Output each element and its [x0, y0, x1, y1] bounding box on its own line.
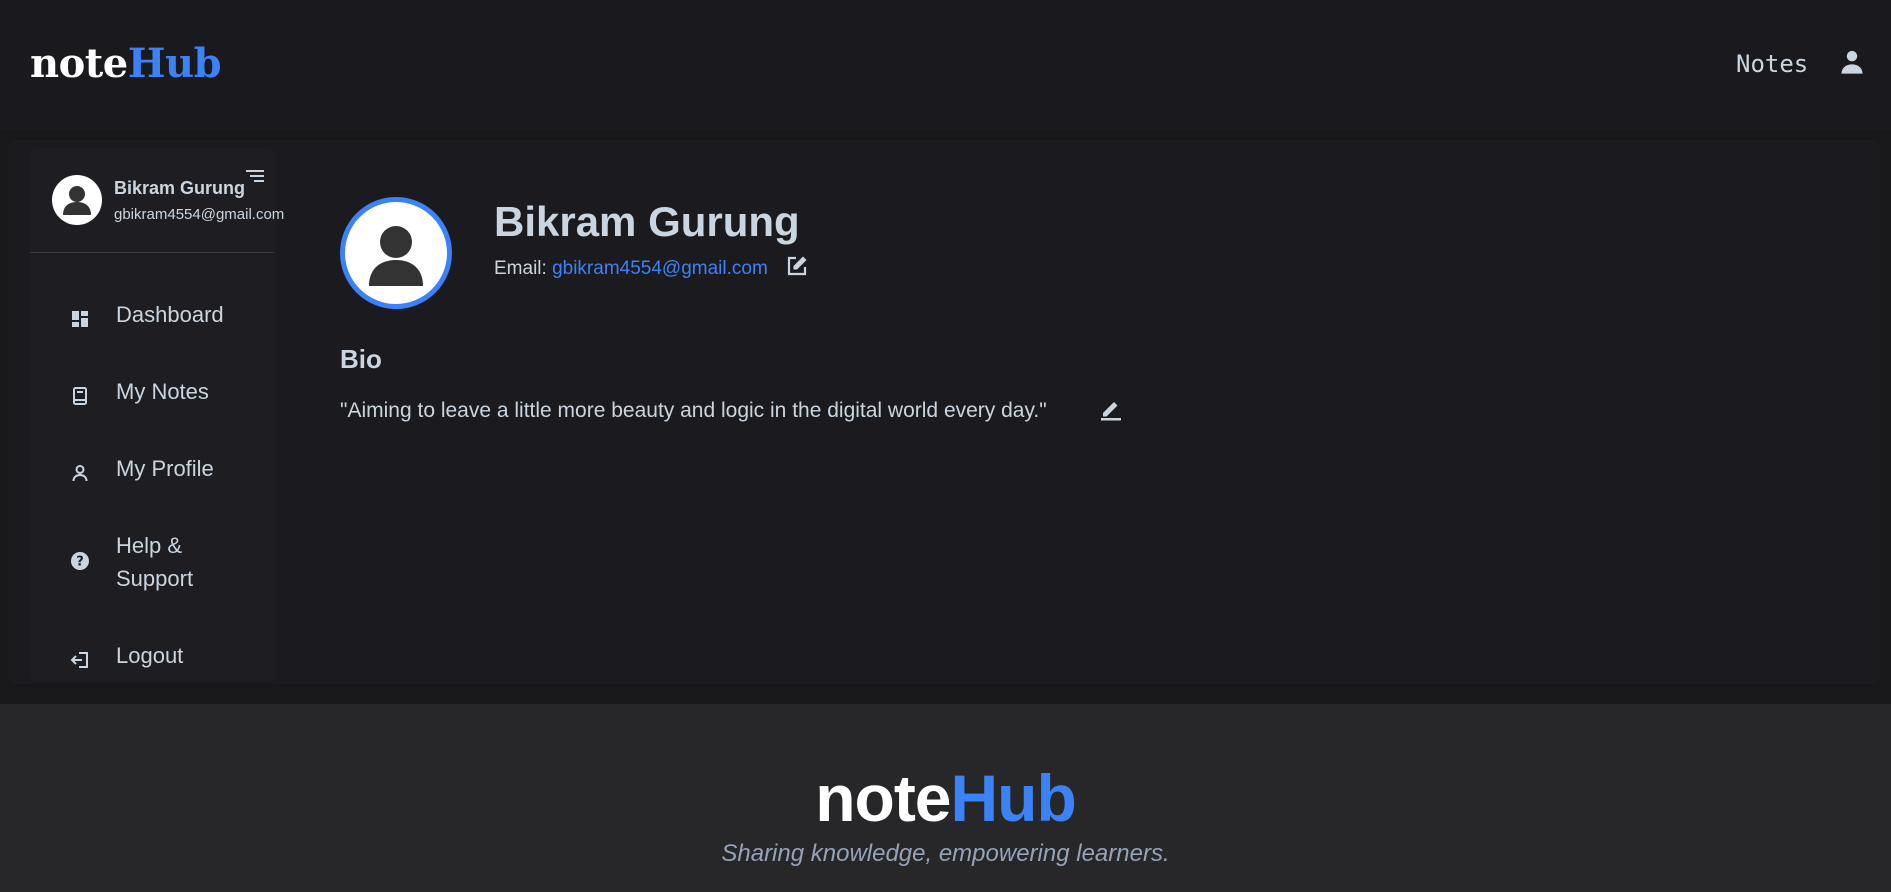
sidebar-item-label: Logout	[116, 643, 184, 668]
profile-email-link[interactable]: gbikram4554@gmail.com	[552, 258, 768, 279]
nav-notes-link[interactable]: Notes	[1736, 50, 1808, 78]
sidebar-avatar	[52, 175, 102, 225]
sidebar-user-email: gbikram4554@gmail.com	[114, 206, 285, 223]
top-header: noteHub Notes	[0, 0, 1891, 130]
sidebar-divider	[30, 252, 274, 253]
profile-name: Bikram Gurung	[494, 198, 800, 245]
user-icon	[70, 459, 90, 482]
footer-tagline: Sharing knowledge, empowering learners.	[721, 840, 1170, 867]
brand-logo-hub: Hub	[127, 40, 222, 87]
sidebar-item-label: Help & Support	[116, 533, 194, 591]
brand-logo-note: note	[30, 40, 128, 87]
sidebar-item-label: Dashboard	[116, 302, 224, 327]
bio-text: "Aiming to leave a little more beauty an…	[340, 399, 1047, 422]
sidebar-item-dashboard[interactable]: Dashboard	[70, 298, 260, 331]
footer-logo-hub: Hub	[950, 761, 1077, 835]
edit-icon[interactable]	[785, 254, 809, 278]
profile-avatar	[340, 197, 452, 309]
svg-text:?: ?	[76, 555, 84, 570]
sidebar-item-my-profile[interactable]: My Profile	[70, 452, 260, 485]
footer-logo-note: note	[815, 761, 951, 835]
sidebar-item-logout[interactable]: Logout	[70, 639, 260, 672]
sidebar-item-help-support[interactable]: ? Help & Support	[70, 529, 260, 595]
help-icon: ?	[70, 547, 90, 570]
menu-toggle-icon[interactable]	[246, 168, 264, 184]
profile-email-label: Email:	[494, 258, 547, 279]
notebook-icon	[70, 382, 90, 405]
bio-heading: Bio	[340, 344, 382, 374]
sidebar-item-my-notes[interactable]: My Notes	[70, 375, 260, 408]
footer: noteHub Sharing knowledge, empowering le…	[0, 704, 1891, 892]
footer-logo: noteHub	[0, 760, 1891, 836]
sidebar-user-name: Bikram Gurung	[114, 178, 246, 198]
sidebar-item-label: My Profile	[116, 456, 214, 481]
sidebar: Bikram Gurung gbikram4554@gmail.com Dash…	[30, 148, 284, 682]
user-icon[interactable]	[1838, 48, 1866, 76]
pencil-icon[interactable]	[1100, 397, 1122, 421]
brand-logo[interactable]: noteHub	[30, 40, 222, 87]
logout-icon	[70, 646, 90, 668]
dashboard-icon	[70, 305, 90, 327]
profile-email-row: Email: gbikram4554@gmail.com	[494, 258, 768, 280]
sidebar-item-label: My Notes	[116, 379, 209, 404]
